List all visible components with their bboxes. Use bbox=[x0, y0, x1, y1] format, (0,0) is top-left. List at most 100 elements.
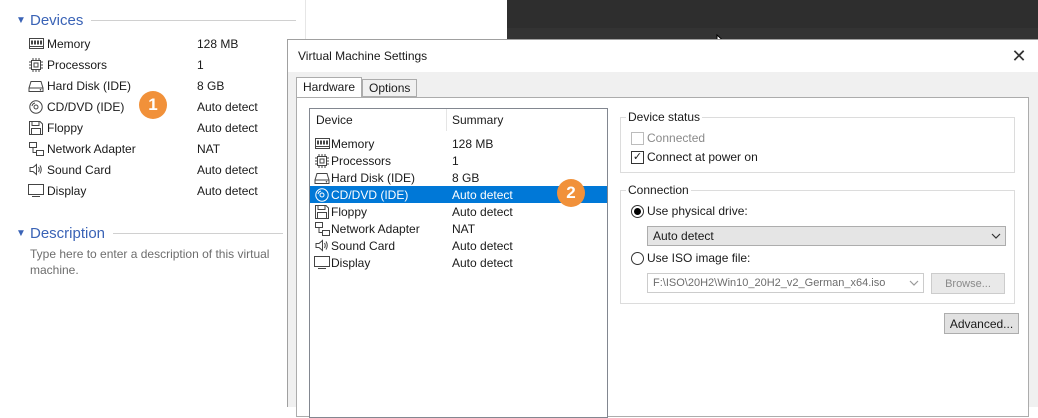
section-divider bbox=[91, 20, 297, 21]
step-badge-2: 2 bbox=[557, 179, 585, 207]
device-list-row[interactable]: Network Adapter NAT bbox=[310, 220, 607, 237]
devices-section-header[interactable]: ▼ Devices bbox=[16, 12, 297, 29]
device-summary-row[interactable]: Processors 1 bbox=[28, 54, 298, 75]
description-section-title: Description bbox=[30, 225, 106, 242]
device-value: Auto detect bbox=[197, 162, 258, 177]
radio-unselected-icon[interactable] bbox=[631, 251, 644, 265]
vm-summary-pane: ▼ Devices Memory 128 MB Processors 1 Hard Di… bbox=[0, 0, 305, 407]
display-icon bbox=[28, 184, 44, 198]
floppy-icon bbox=[28, 120, 44, 135]
device-list-row[interactable]: Sound Card Auto detect bbox=[310, 237, 607, 254]
settings-tabs: Hardware Options bbox=[296, 77, 418, 98]
tab-options[interactable]: Options bbox=[362, 79, 418, 97]
iso-image-path-value: F:\ISO\20H2\Win10_20H2_v2_German_x64.iso bbox=[653, 277, 886, 289]
device-summary: Auto detect bbox=[452, 255, 513, 270]
display-icon bbox=[314, 256, 330, 270]
network-adapter-icon bbox=[314, 221, 330, 236]
hardware-device-list[interactable]: Device Summary Memory 128 MB Processors 1 Ha… bbox=[309, 108, 608, 418]
checkmark-icon[interactable]: ✓ bbox=[631, 150, 644, 164]
dialog-title-bar[interactable]: Virtual Machine Settings bbox=[288, 40, 1038, 72]
device-value: NAT bbox=[197, 141, 221, 156]
network-adapter-icon bbox=[28, 141, 44, 156]
device-summary: 8 GB bbox=[452, 170, 480, 185]
device-name: Memory bbox=[47, 36, 91, 51]
device-summary-row[interactable]: Network Adapter NAT bbox=[28, 138, 298, 159]
device-summary-row[interactable]: Memory 128 MB bbox=[28, 33, 298, 54]
device-value: 128 MB bbox=[197, 36, 239, 51]
connection-legend: Connection bbox=[626, 183, 691, 197]
description-text[interactable]: Type here to enter a description of this… bbox=[30, 246, 285, 278]
use-iso-image-radio[interactable]: Use ISO image file: bbox=[631, 251, 750, 265]
device-summary-row[interactable]: Display Auto detect bbox=[28, 180, 298, 201]
device-summary-row[interactable]: Floppy Auto detect bbox=[28, 117, 298, 138]
close-icon[interactable]: ✕ bbox=[1010, 46, 1028, 67]
radio-selected-icon[interactable] bbox=[631, 204, 644, 218]
device-name: Network Adapter bbox=[331, 221, 420, 236]
summary-column-header[interactable]: Summary bbox=[447, 113, 503, 127]
memory-icon bbox=[28, 37, 44, 51]
virtual-machine-settings-dialog: Virtual Machine Settings ✕ Hardware Opti… bbox=[287, 39, 1038, 418]
tab-hardware[interactable]: Hardware bbox=[296, 77, 363, 98]
device-name: Memory bbox=[331, 136, 375, 151]
description-section-header[interactable]: ▼ Description bbox=[16, 225, 284, 242]
device-summary-row[interactable]: Hard Disk (IDE) 8 GB bbox=[28, 75, 298, 96]
device-summary-row[interactable]: Sound Card Auto detect bbox=[28, 159, 298, 180]
device-name: CD/DVD (IDE) bbox=[47, 99, 125, 114]
connect-at-power-on-label: Connect at power on bbox=[647, 150, 758, 164]
iso-image-path-combo[interactable]: F:\ISO\20H2\Win10_20H2_v2_German_x64.iso bbox=[647, 273, 924, 293]
device-value: 8 GB bbox=[197, 78, 225, 93]
device-list-row[interactable]: Memory 128 MB bbox=[310, 135, 607, 152]
device-list-header: Device Summary bbox=[310, 109, 607, 131]
device-name: Display bbox=[47, 183, 87, 198]
advanced-button[interactable]: Advanced... bbox=[944, 313, 1019, 334]
device-name: Display bbox=[331, 255, 371, 270]
collapse-triangle-icon[interactable]: ▼ bbox=[16, 228, 30, 239]
device-name: Processors bbox=[47, 57, 108, 72]
device-summary: NAT bbox=[452, 221, 476, 236]
device-status-legend: Device status bbox=[626, 110, 703, 124]
console-toolbar-band bbox=[507, 0, 1038, 28]
device-list-row[interactable]: Floppy Auto detect bbox=[310, 203, 607, 220]
connected-label: Connected bbox=[647, 131, 706, 145]
device-name: Sound Card bbox=[47, 162, 112, 177]
connected-checkbox-box[interactable] bbox=[631, 131, 644, 145]
device-summary: Auto detect bbox=[452, 238, 513, 253]
physical-drive-value: Auto detect bbox=[653, 229, 714, 243]
device-name: Floppy bbox=[47, 120, 84, 135]
device-name: CD/DVD (IDE) bbox=[331, 187, 409, 202]
connect-at-power-on-checkbox[interactable]: ✓ Connect at power on bbox=[631, 150, 758, 164]
hardware-tab-page: Device Summary Memory 128 MB Processors 1 Ha… bbox=[296, 97, 1029, 418]
device-value: Auto detect bbox=[197, 120, 258, 135]
browse-button[interactable]: Browse... bbox=[931, 273, 1005, 294]
chevron-down-icon bbox=[909, 276, 919, 293]
sound-card-icon bbox=[28, 163, 44, 177]
use-iso-image-label: Use ISO image file: bbox=[647, 251, 751, 265]
section-divider bbox=[113, 233, 284, 234]
physical-drive-dropdown[interactable]: Auto detect bbox=[647, 226, 1006, 246]
hard-disk-icon bbox=[28, 79, 44, 93]
processor-icon bbox=[314, 153, 330, 168]
hard-disk-icon bbox=[314, 171, 330, 185]
device-name: Hard Disk (IDE) bbox=[47, 78, 132, 93]
device-summary: 128 MB bbox=[452, 136, 494, 151]
device-name: Sound Card bbox=[331, 238, 396, 253]
device-name: Network Adapter bbox=[47, 141, 136, 156]
device-summary: Auto detect bbox=[452, 187, 513, 202]
device-summary: 1 bbox=[452, 153, 459, 168]
cd-dvd-icon bbox=[314, 187, 330, 202]
device-summary: Auto detect bbox=[452, 204, 513, 219]
device-list-row[interactable]: Processors 1 bbox=[310, 152, 607, 169]
connection-group: Connection Use physical drive: Auto dete… bbox=[620, 183, 1015, 304]
device-column-header[interactable]: Device bbox=[310, 109, 447, 131]
device-name: Floppy bbox=[331, 204, 368, 219]
step-badge-1: 1 bbox=[139, 91, 167, 119]
collapse-triangle-icon[interactable]: ▼ bbox=[16, 15, 30, 26]
device-list-row[interactable]: Display Auto detect bbox=[310, 254, 607, 271]
device-value: Auto detect bbox=[197, 99, 258, 114]
use-physical-drive-radio[interactable]: Use physical drive: bbox=[631, 204, 748, 218]
memory-icon bbox=[314, 137, 330, 151]
dialog-title: Virtual Machine Settings bbox=[298, 49, 428, 63]
connected-checkbox[interactable]: Connected bbox=[631, 131, 705, 145]
device-name: Hard Disk (IDE) bbox=[331, 170, 416, 185]
device-summary-list: Memory 128 MB Processors 1 Hard Disk (IDE) 8 … bbox=[28, 33, 298, 201]
